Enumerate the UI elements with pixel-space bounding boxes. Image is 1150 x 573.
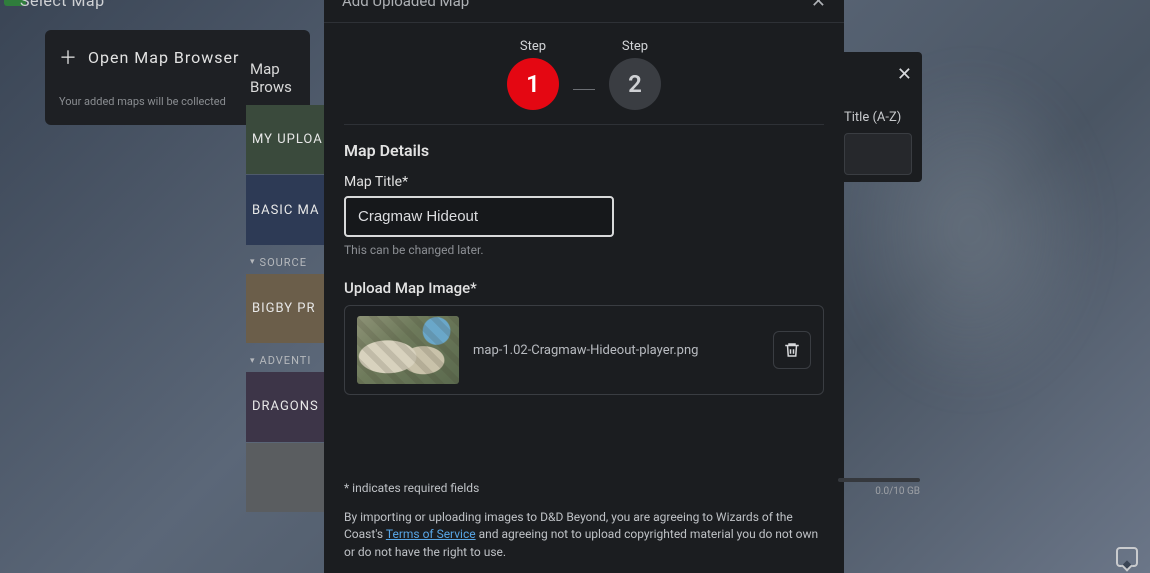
step-1-circle: 1: [507, 58, 559, 110]
tile-dragons[interactable]: DRAGONS: [246, 372, 324, 441]
map-title-hint: This can be changed later.: [344, 243, 824, 257]
step-2[interactable]: Step 2: [609, 39, 661, 110]
step-connector: [573, 89, 595, 90]
tile-basic-maps[interactable]: BASIC MA: [246, 175, 324, 244]
map-browser-column: Map Brows MY UPLOA BASIC MA ▾ SOURCE BIG…: [246, 52, 324, 512]
step-label: Step: [520, 39, 546, 54]
select-map-header: Select Map: [20, 0, 320, 10]
section-sourcebooks[interactable]: ▾ SOURCE: [246, 246, 324, 273]
sort-dropdown[interactable]: [844, 133, 912, 175]
upload-image-label: Upload Map Image*: [344, 279, 824, 297]
map-thumbnail: [357, 316, 459, 384]
plus-icon: ＋: [59, 44, 78, 70]
add-uploaded-map-modal: Add Uploaded Map ✕ Step 1 Step 2 Map Det…: [324, 0, 844, 573]
close-icon[interactable]: ✕: [897, 64, 912, 85]
uploaded-file-name: map-1.02-Cragmaw-Hideout-player.png: [473, 343, 759, 358]
terms-of-service-link[interactable]: Terms of Service: [386, 527, 476, 541]
step-label: Step: [622, 39, 648, 54]
trash-icon: [783, 341, 801, 359]
chevron-down-icon: ▾: [250, 257, 256, 267]
tile-my-uploads[interactable]: MY UPLOA: [246, 105, 324, 174]
stepper: Step 1 Step 2: [324, 23, 844, 124]
step-2-circle: 2: [609, 58, 661, 110]
map-title-input[interactable]: [344, 196, 614, 237]
step-1[interactable]: Step 1: [507, 39, 559, 110]
required-fields-note: * indicates required fields: [344, 481, 824, 495]
modal-title: Add Uploaded Map: [342, 0, 469, 10]
browser-right-panel: ✕ Title (A-Z): [840, 52, 922, 182]
open-map-browser-label: Open Map Browser: [88, 48, 239, 67]
chat-icon[interactable]: [1116, 547, 1138, 567]
tile-bigby[interactable]: BIGBY PR: [246, 274, 324, 343]
close-icon[interactable]: ✕: [811, 0, 826, 12]
map-title-label: Map Title*: [344, 174, 824, 190]
section-adventures[interactable]: ▾ ADVENTI: [246, 344, 324, 371]
chevron-down-icon: ▾: [250, 356, 256, 366]
select-map-label: Select Map: [20, 0, 105, 10]
map-details-heading: Map Details: [344, 141, 824, 160]
storage-indicator: 0.0/10 GB: [838, 478, 920, 497]
delete-upload-button[interactable]: [773, 331, 811, 369]
storage-text: 0.0/10 GB: [838, 486, 920, 497]
sort-label: Title (A-Z): [844, 110, 912, 125]
map-browser-title: Map Brows: [246, 52, 324, 104]
storage-bar: [838, 478, 920, 482]
uploaded-file-box: map-1.02-Cragmaw-Hideout-player.png: [344, 305, 824, 395]
tile-extra[interactable]: [246, 443, 324, 512]
legal-text: By importing or uploading images to D&D …: [344, 509, 824, 561]
